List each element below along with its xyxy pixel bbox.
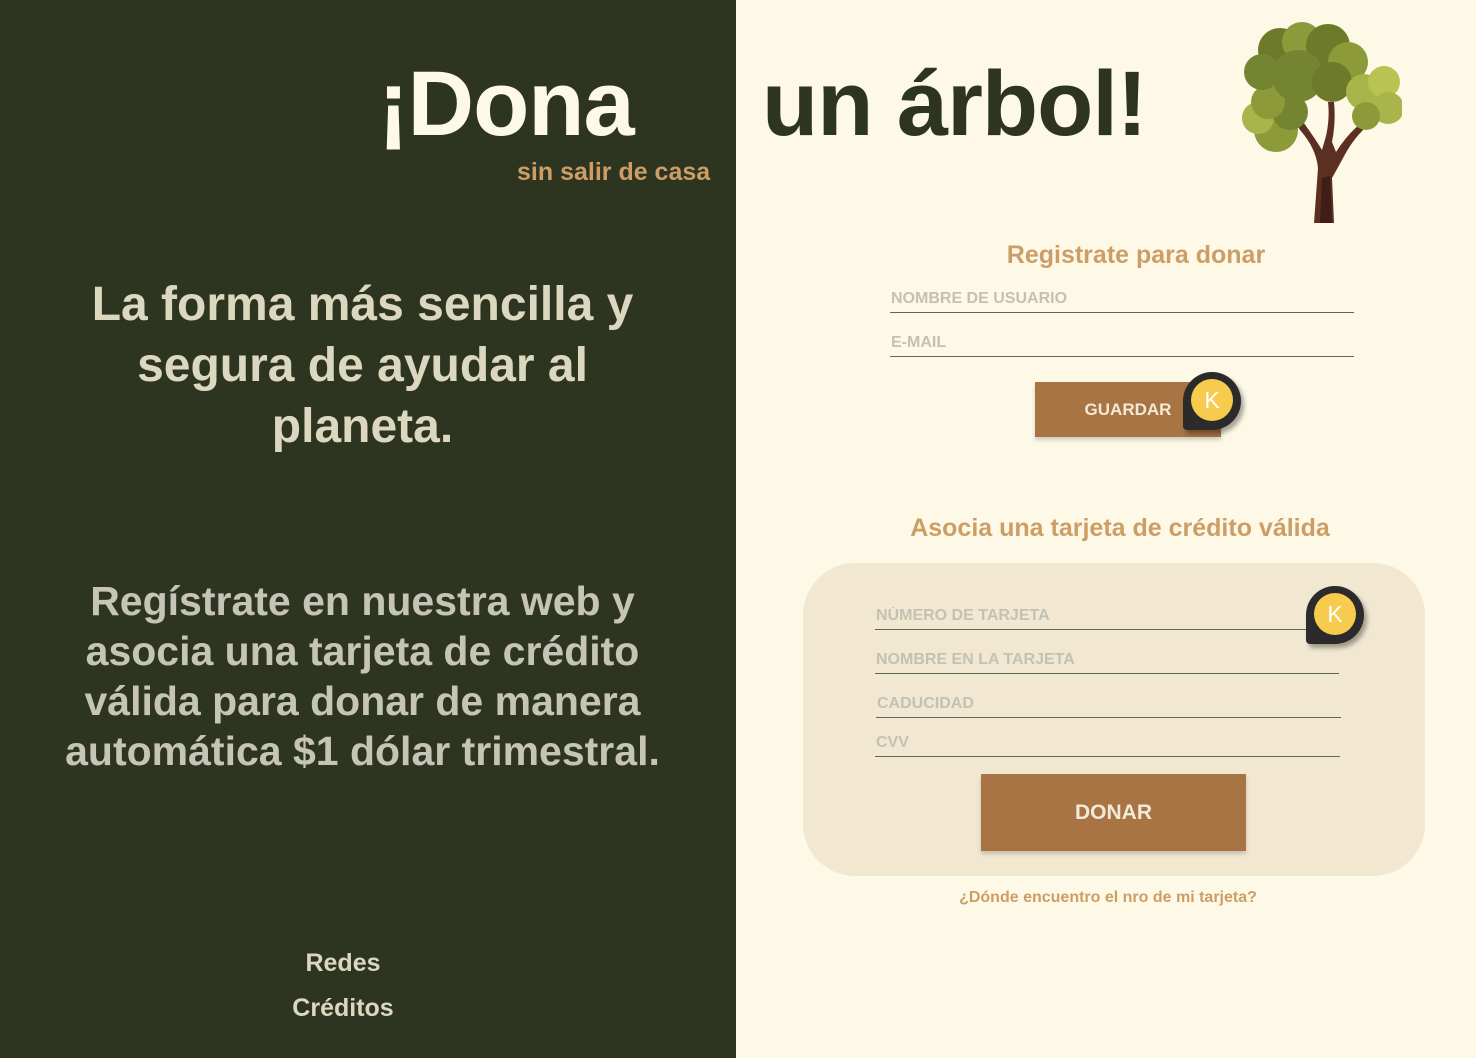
card-title: Asocia una tarjeta de crédito válida <box>910 514 1330 542</box>
cvv-field[interactable] <box>875 734 1340 757</box>
tagline: La forma más sencilla y segura de ayudar… <box>91 278 634 453</box>
email-field[interactable] <box>890 334 1354 357</box>
marker-letter: K <box>1314 593 1356 635</box>
footer-link-creditos[interactable]: Créditos <box>243 994 443 1023</box>
cursor-marker-icon: K <box>1183 372 1241 430</box>
donate-button[interactable]: DONAR <box>981 774 1246 851</box>
card-number-field[interactable] <box>875 607 1312 630</box>
card-help-link[interactable]: ¿Dónde encuentro el nro de mi tarjeta? <box>900 889 1316 907</box>
register-title: Registrate para donar <box>1006 241 1266 269</box>
title-left: ¡Dona <box>378 53 635 155</box>
cursor-marker-icon: K <box>1306 586 1364 644</box>
marker-letter: K <box>1191 379 1233 421</box>
username-field[interactable] <box>890 290 1354 313</box>
subtitle: sin salir de casa <box>517 158 711 186</box>
title-right: un árbol! <box>762 53 1148 155</box>
tree-icon <box>1242 22 1402 223</box>
footer-link-redes[interactable]: Redes <box>243 949 443 978</box>
card-name-field[interactable] <box>875 651 1339 674</box>
expiry-field[interactable] <box>876 695 1341 718</box>
info-text: Regístrate en nuestra web y asocia una t… <box>65 578 660 774</box>
